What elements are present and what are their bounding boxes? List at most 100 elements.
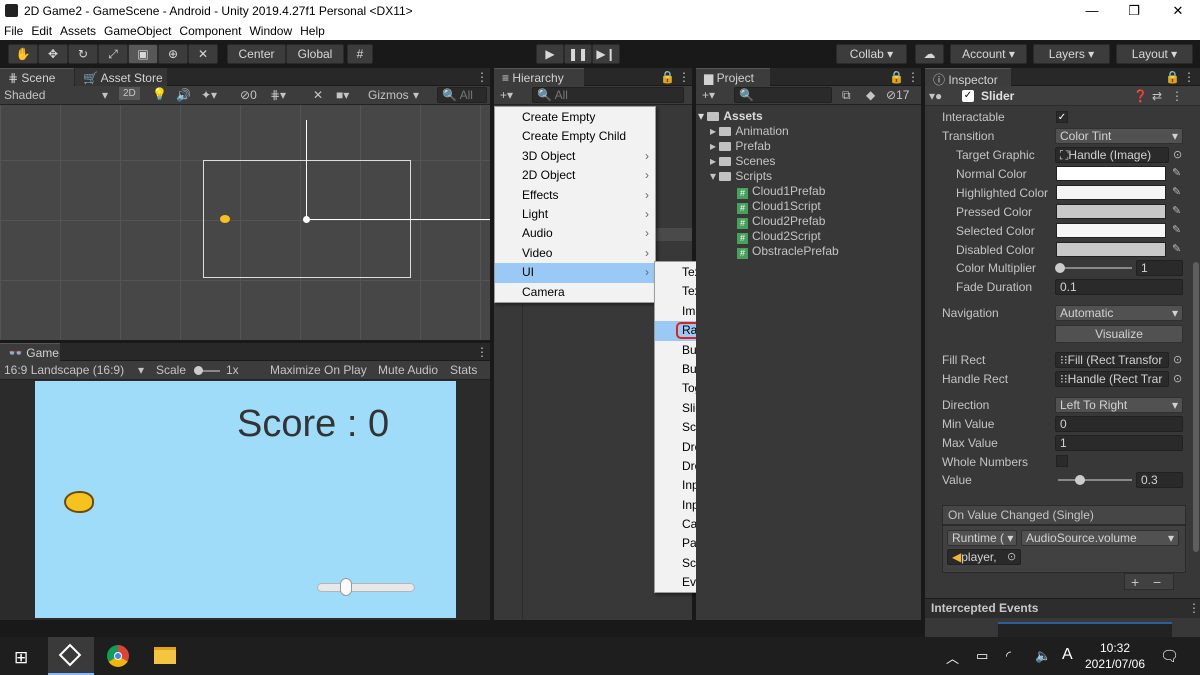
volume-slider-handle[interactable]: [340, 578, 353, 596]
grid-toggle-icon[interactable]: ⋕▾: [270, 88, 286, 102]
hidden-packages-icon[interactable]: ⊘17: [886, 88, 909, 102]
component-foldout-icon[interactable]: ▾●: [929, 89, 942, 103]
move-tool-icon[interactable]: ✥: [38, 44, 68, 64]
clock-time[interactable]: 10:32: [1085, 641, 1145, 655]
min-value-input[interactable]: 0: [1055, 416, 1183, 432]
layers-dropdown[interactable]: Layers ▾: [1033, 44, 1110, 64]
camera-icon[interactable]: ■▾: [336, 88, 349, 102]
network-icon[interactable]: ◜: [1006, 648, 1011, 664]
max-value-input[interactable]: 1: [1055, 435, 1183, 451]
volume-icon[interactable]: 🔈: [1035, 648, 1051, 664]
menu-edit[interactable]: Edit: [27, 22, 56, 40]
tab-game[interactable]: 👓 Game: [0, 343, 60, 361]
project-script[interactable]: # Cloud2Script: [737, 229, 821, 244]
game-menu-icon[interactable]: ⋮: [476, 345, 488, 359]
scene-search-input[interactable]: 🔍 All: [437, 87, 487, 103]
stats-toggle[interactable]: Stats: [450, 363, 477, 377]
project-folder[interactable]: ▸ Animation: [710, 124, 789, 138]
interactable-checkbox[interactable]: ✓: [1056, 111, 1068, 123]
file-explorer-icon[interactable]: [154, 647, 176, 664]
preset-icon[interactable]: ⇄: [1152, 89, 1162, 103]
mute-audio-toggle[interactable]: Mute Audio: [378, 363, 438, 377]
custom-tool-icon[interactable]: ✕: [188, 44, 218, 64]
whole-numbers-checkbox[interactable]: [1056, 455, 1068, 467]
context-menu-item[interactable]: 2D Object ›: [495, 166, 655, 185]
component-enabled-checkbox[interactable]: ✓: [962, 90, 974, 102]
component-menu-icon[interactable]: ⋮: [1171, 89, 1183, 103]
project-menu-icon[interactable]: ⋮: [907, 70, 919, 84]
tab-hierarchy[interactable]: ≡ Hierarchy: [494, 68, 584, 86]
hierarchy-add-button[interactable]: +▾: [500, 88, 513, 102]
eyedropper-icon[interactable]: ✎: [1172, 167, 1184, 179]
normal-color-swatch[interactable]: [1056, 166, 1166, 181]
light-toggle-icon[interactable]: 💡: [152, 87, 167, 101]
maximize-on-play-toggle[interactable]: Maximize On Play: [270, 363, 367, 377]
pressed-color-swatch[interactable]: [1056, 204, 1166, 219]
ime-indicator[interactable]: A: [1062, 646, 1073, 664]
context-menu-item[interactable]: Create Empty: [495, 108, 655, 127]
transition-dropdown[interactable]: Color Tint ▾: [1055, 128, 1183, 144]
hierarchy-menu-icon[interactable]: ⋮: [678, 70, 690, 84]
object-picker-icon[interactable]: ⊙: [1173, 149, 1185, 161]
context-menu-item[interactable]: Light ›: [495, 205, 655, 224]
transform-tool-icon[interactable]: ⊕: [158, 44, 188, 64]
project-folder[interactable]: ▸ Scenes: [710, 154, 775, 168]
eyedropper-icon[interactable]: ✎: [1172, 186, 1184, 198]
visualize-button[interactable]: Visualize: [1055, 325, 1183, 343]
event-add-button[interactable]: +: [1131, 574, 1139, 590]
project-search-input[interactable]: 🔍: [734, 87, 832, 103]
menu-file[interactable]: File: [0, 22, 27, 40]
project-lock-icon[interactable]: 🔒: [889, 70, 904, 84]
inspector-scrollbar[interactable]: [1193, 262, 1199, 552]
context-menu-item[interactable]: Audio ›: [495, 224, 655, 243]
color-multiplier-input[interactable]: 1: [1136, 260, 1183, 276]
context-menu-item[interactable]: Create Empty Child: [495, 127, 655, 146]
volume-slider-track[interactable]: [317, 583, 415, 592]
hand-tool-icon[interactable]: ✋: [8, 44, 38, 64]
show-hidden-icons-icon[interactable]: ︿: [946, 648, 959, 667]
battery-icon[interactable]: ▭: [976, 648, 988, 664]
highlighted-color-swatch[interactable]: [1056, 185, 1166, 200]
resolution-dropdown[interactable]: 16:9 Landscape (16:9): [4, 363, 124, 377]
project-script[interactable]: # Cloud2Prefab: [737, 214, 825, 229]
maximize-button[interactable]: ❐: [1112, 0, 1156, 22]
project-script[interactable]: # ObstraclePrefab: [737, 244, 839, 259]
tools-icon[interactable]: ✕: [313, 88, 323, 102]
windows-start-icon[interactable]: ⊞: [14, 648, 28, 668]
hierarchy-lock-icon[interactable]: 🔒: [660, 70, 675, 84]
context-menu-item[interactable]: Video ›: [495, 244, 655, 263]
context-menu-item[interactable]: Camera: [495, 283, 655, 302]
fill-rect-field[interactable]: ⁝⁝Fill (Rect Transfor: [1055, 352, 1169, 368]
cloud-icon[interactable]: ☁: [915, 44, 944, 64]
menu-help[interactable]: Help: [296, 22, 329, 40]
event-function-dropdown[interactable]: AudioSource.volume ▾: [1021, 530, 1179, 546]
color-multiplier-slider-track[interactable]: [1058, 267, 1132, 269]
direction-dropdown[interactable]: Left To Right ▾: [1055, 397, 1183, 413]
rect-tool-icon[interactable]: ▣: [128, 44, 158, 64]
clock-date[interactable]: 2021/07/06: [1080, 657, 1150, 671]
collab-button[interactable]: Collab ▾: [836, 44, 907, 64]
layout-dropdown[interactable]: Layout ▾: [1116, 44, 1193, 64]
bird-sprite[interactable]: [220, 215, 230, 223]
object-picker-icon[interactable]: ⊙: [1007, 551, 1019, 563]
mode-2d-button[interactable]: 2D: [119, 87, 140, 100]
tab-asset-store[interactable]: 🛒 Asset Store: [75, 68, 167, 86]
intercepted-menu-icon[interactable]: ⋮: [1188, 601, 1200, 615]
event-remove-button[interactable]: −: [1153, 574, 1161, 590]
value-input[interactable]: 0.3: [1136, 472, 1183, 488]
tab-project[interactable]: ▆ Project: [696, 68, 770, 86]
value-slider-track[interactable]: [1058, 479, 1132, 481]
search-by-type-icon[interactable]: ⧉: [842, 88, 851, 103]
effects-toggle-icon[interactable]: ✦▾: [201, 88, 217, 102]
scene-view[interactable]: [0, 105, 490, 340]
assets-folder[interactable]: ▾ Assets: [698, 109, 763, 123]
navigation-dropdown[interactable]: Automatic ▾: [1055, 305, 1183, 321]
context-menu-item[interactable]: UI ›: [495, 263, 655, 283]
game-screen[interactable]: Score : 0: [35, 381, 456, 618]
menu-assets[interactable]: Assets: [56, 22, 100, 40]
object-picker-icon[interactable]: ⊙: [1173, 373, 1185, 385]
color-multiplier-slider-thumb[interactable]: [1055, 263, 1065, 273]
inspector-menu-icon[interactable]: ⋮: [1183, 70, 1195, 84]
scale-slider-thumb[interactable]: [194, 366, 203, 375]
eyedropper-icon[interactable]: ✎: [1172, 224, 1184, 236]
